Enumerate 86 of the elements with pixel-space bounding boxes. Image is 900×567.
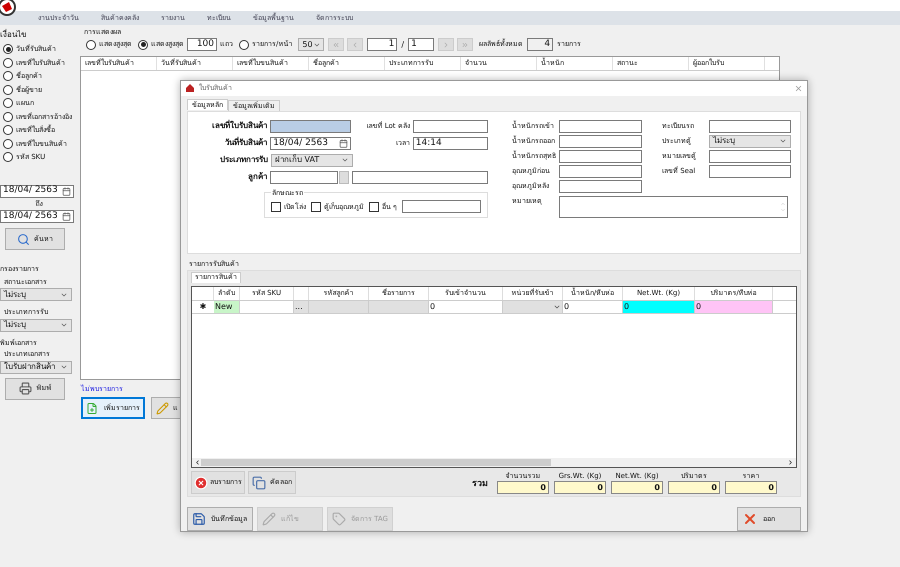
input-field[interactable]: 14:14: [412, 136, 488, 150]
input-field[interactable]: [709, 150, 791, 163]
radio-button[interactable]: [3, 112, 13, 122]
input-field[interactable]: 1: [408, 38, 434, 51]
checkbox[interactable]: [271, 202, 281, 212]
add-file-icon: [86, 402, 98, 414]
pencil-icon: [262, 512, 276, 526]
calendar-icon[interactable]: [339, 138, 348, 148]
delete-icon: [194, 476, 208, 490]
dropdown[interactable]: ฝากเก็บ VAT: [271, 154, 353, 167]
scroll-right-icon[interactable]: [787, 458, 794, 466]
date-field[interactable]: 18/04/ 2563: [270, 136, 352, 150]
dropdown[interactable]: ไม่ระบุ: [0, 318, 72, 332]
close-icon: [742, 511, 758, 527]
group-title: เงื่อนไข: [0, 29, 27, 41]
checkbox[interactable]: [311, 202, 321, 212]
grid-cell[interactable]: ...: [294, 300, 309, 313]
chevron-down-icon: [60, 363, 68, 371]
input-field[interactable]: 100: [187, 38, 217, 51]
input-field[interactable]: [709, 164, 791, 178]
radio-button[interactable]: [3, 84, 13, 95]
input-field[interactable]: [559, 180, 642, 193]
chevron-icon: [461, 40, 470, 48]
grid-cell[interactable]: [369, 300, 429, 313]
input-field[interactable]: [352, 170, 488, 184]
grid-cell[interactable]: [503, 300, 563, 313]
input-field[interactable]: [709, 120, 791, 133]
field-label: เลขที่ใบรับสินค้า: [211, 120, 268, 132]
input-field[interactable]: [412, 120, 488, 133]
radio-button[interactable]: [3, 58, 13, 68]
grid-cell[interactable]: 0: [563, 300, 623, 313]
radio-button[interactable]: [86, 40, 96, 50]
radio-button[interactable]: [3, 138, 13, 149]
grid-cell[interactable]: 0: [429, 300, 503, 313]
printer-icon: [18, 382, 32, 395]
total-label: รวม: [472, 478, 488, 491]
dropdown[interactable]: ใบรับฝากสินค้า: [0, 360, 72, 374]
radio-button[interactable]: [3, 152, 13, 162]
input-field[interactable]: [559, 164, 642, 178]
total-field: 0: [725, 481, 777, 494]
app-icon: [185, 83, 195, 94]
dropdown[interactable]: ไม่ระบุ: [0, 288, 72, 301]
radio-button[interactable]: [3, 44, 13, 54]
input-field[interactable]: [559, 120, 642, 133]
horizontal-scrollbar[interactable]: [192, 458, 796, 467]
radio-button[interactable]: [3, 125, 13, 136]
page-separator: /: [401, 38, 404, 50]
date-field[interactable]: 18/04/ 2563: [0, 210, 74, 223]
input-field[interactable]: [559, 150, 642, 163]
pencil-icon: [156, 402, 169, 414]
calendar-icon[interactable]: [62, 212, 71, 221]
grid-cell[interactable]: 0: [623, 300, 695, 313]
scroll-left-icon[interactable]: [194, 458, 201, 466]
close-icon[interactable]: [794, 84, 803, 93]
date-field[interactable]: 18/04/ 2563: [0, 184, 74, 198]
total-field: 0: [611, 481, 663, 494]
search-icon: [17, 232, 30, 246]
input-field[interactable]: 1: [367, 38, 398, 51]
row-marker: ✱: [198, 300, 208, 313]
input-field[interactable]: [402, 200, 481, 214]
input-field[interactable]: [270, 170, 338, 184]
chevron-icon: [332, 40, 340, 48]
field-label: ลูกค้า: [247, 171, 268, 184]
input-field[interactable]: [270, 120, 352, 133]
dropdown[interactable]: ไม่ระบุ: [709, 134, 791, 148]
calendar-icon[interactable]: [62, 186, 71, 196]
grid-cell[interactable]: New: [214, 300, 240, 313]
copy-icon: [252, 476, 266, 490]
radio-button[interactable]: [138, 40, 148, 50]
total-field: 0: [668, 481, 720, 494]
total-field: 0: [554, 481, 606, 494]
input-field[interactable]: [559, 134, 642, 148]
radio-button[interactable]: [3, 98, 13, 108]
field-label: ประเภทการรับ: [219, 154, 268, 166]
radio-button[interactable]: [239, 40, 249, 50]
checkbox[interactable]: [369, 202, 379, 212]
grid-cell[interactable]: 0: [695, 300, 773, 313]
field-label: วันที่รับสินค้า: [224, 137, 268, 150]
input-field[interactable]: 4: [527, 38, 554, 51]
total-field: 0: [497, 481, 549, 494]
grid-cell[interactable]: [309, 300, 369, 313]
radio-button[interactable]: [3, 71, 13, 82]
dropdown[interactable]: 50: [298, 38, 324, 51]
chevron-down-icon: [60, 321, 68, 329]
chevron-down-icon: [312, 40, 320, 48]
tag-icon: [332, 512, 346, 526]
